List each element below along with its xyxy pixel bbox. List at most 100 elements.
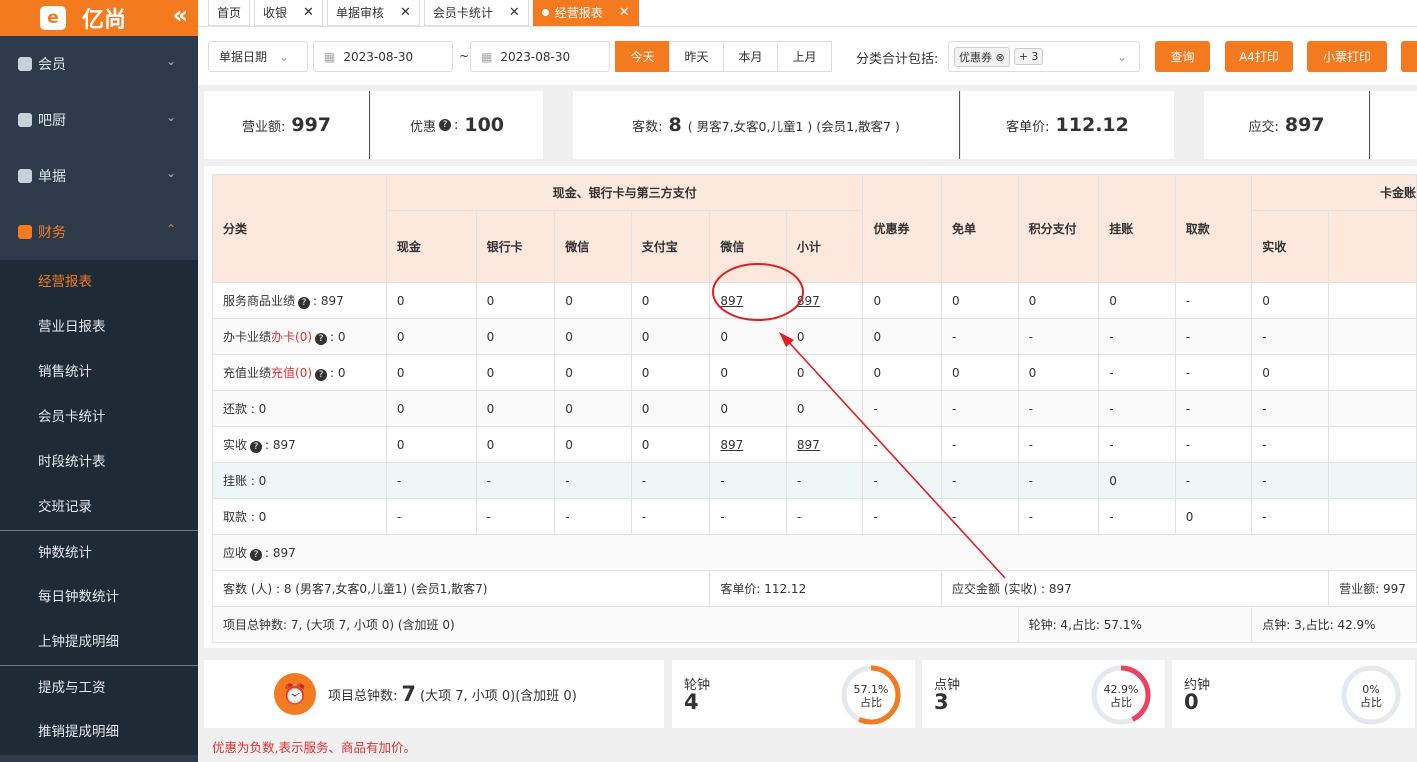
print-a4-button[interactable]: A4打印 (1225, 41, 1293, 72)
table-cell: 0 (554, 318, 632, 355)
table-cell: - (785, 498, 864, 535)
discount-card: 优惠?:100 (371, 91, 543, 159)
sidebar-item-business-report[interactable]: 经营报表 (0, 260, 198, 305)
sidebar-item-sales-stats[interactable]: 销售统计 (0, 350, 198, 395)
sidebar-item-member-card-stats[interactable]: 会员卡统计 (0, 395, 198, 440)
sidebar-item-commission-salary[interactable]: 提成与工资 (0, 665, 198, 710)
table-cell: - (1174, 426, 1253, 463)
hours-summary-panel: ⏰ 项目总钟数: 7 (大项 7, 小项 0)(含加班 0) 轮钟 4 57.1… (198, 655, 1417, 735)
collapse-sidebar-icon[interactable]: « (172, 1, 188, 29)
category-chip[interactable]: 优惠券 ⊗ (954, 46, 1010, 67)
discount-colon: : (453, 117, 459, 133)
close-icon[interactable]: ✕ (509, 5, 520, 20)
revenue-card: 营业额: 997 (204, 91, 370, 159)
table-row: 服务商品业绩?: 897 0 0 0 0 897 897 0 0 0 0-0 (212, 282, 1417, 319)
sidebar: e 亿尚 « 会员 ⌄ 吧厨 ⌄ 单据 ⌄ 财务 ⌃ 经营报表 营业日报表 销售统计 会… (0, 0, 198, 762)
close-icon[interactable]: ✕ (303, 5, 314, 20)
table-cell-overflow (1328, 318, 1417, 355)
table-cell: - (1251, 498, 1330, 535)
help-icon[interactable]: ? (250, 441, 263, 453)
tab-business-report[interactable]: 经营报表 ✕ (532, 0, 639, 26)
nav-section-member[interactable]: 会员 ⌄ (0, 36, 198, 92)
table-cell: 0 (709, 318, 787, 355)
table-cell: - (941, 390, 1019, 427)
table-cell: 0 (554, 390, 632, 427)
category-multiselect[interactable]: 优惠券 ⊗ + 3 ⌄ (948, 41, 1140, 72)
sidebar-item-hour-stats[interactable]: 钟数统计 (0, 530, 198, 575)
table-row: 还款 : 0000000------ (212, 390, 1417, 427)
report-table: 分类 现金、银行卡与第三方支付 优惠券 免单 积分支付 挂账 取款 卡金账 现金… (211, 174, 1417, 643)
help-icon[interactable]: ? (438, 119, 451, 131)
cash-group-header: 现金、银行卡与第三方支付 (385, 174, 864, 211)
table-cell-overflow (1328, 498, 1417, 535)
row-label-red: 充值(0) (271, 366, 313, 380)
table-row: 挂账 : 0---------0-- (212, 462, 1417, 499)
row-label-text: 还款 : 0 (223, 402, 267, 416)
category-more-chip: + 3 (1013, 48, 1044, 65)
sidebar-item-commission-detail[interactable]: 上钟提成明细 (0, 620, 198, 665)
avg-price-value: 112.12 (1055, 114, 1129, 136)
close-icon[interactable]: ✕ (400, 5, 411, 20)
nav-section-documents[interactable]: 单据 ⌄ (0, 148, 198, 204)
close-icon[interactable]: ✕ (619, 5, 630, 20)
date-from-input[interactable]: ▦ 2023-08-30 (313, 41, 453, 72)
quick-last-month-button[interactable]: 上月 (777, 41, 832, 72)
date-type-select[interactable]: 单据日期 ⌄ (208, 41, 308, 72)
table-cell: 0 (554, 282, 632, 319)
table-cell: - (385, 462, 477, 499)
appoint-hours-card: 约钟 0 0% 占比 (1172, 660, 1415, 728)
appoint-value: 0 (1184, 690, 1199, 714)
chevron-up-icon: ⌃ (165, 222, 176, 236)
table-cell: 0 (630, 426, 711, 463)
help-icon[interactable]: ? (250, 549, 263, 561)
guests-label: 客数: (632, 119, 663, 135)
chevron-down-icon: ⌄ (165, 166, 176, 180)
sidebar-item-sales-commission[interactable]: 推销提成明细 (0, 710, 198, 755)
tab-cashier[interactable]: 收银 ✕ (254, 0, 323, 26)
table-cell[interactable]: 897 (709, 426, 787, 463)
table-cell[interactable]: 897 (785, 282, 864, 319)
table-cell: 0 (1251, 282, 1330, 319)
turn-pct: 57.1% (854, 683, 889, 696)
help-icon[interactable]: ? (315, 333, 328, 345)
help-icon[interactable]: ? (315, 369, 328, 381)
sidebar-item-daily-report[interactable]: 营业日报表 (0, 305, 198, 350)
point-row-cell: 点钟: 3,占比: 42.9% (1251, 606, 1417, 643)
finance-submenu: 经营报表 营业日报表 销售统计 会员卡统计 时段统计表 交班记录 钟数统计 每日… (0, 260, 198, 755)
tab-member-card-stats[interactable]: 会员卡统计 ✕ (423, 0, 529, 26)
active-dot-icon (541, 9, 549, 16)
table-cell-overflow (1328, 390, 1417, 427)
table-cell[interactable]: 897 (709, 282, 787, 319)
quick-this-month-button[interactable]: 本月 (723, 41, 778, 72)
sidebar-item-shift-records[interactable]: 交班记录 (0, 485, 198, 530)
finance-icon (18, 225, 32, 239)
table-cell: - (862, 498, 943, 535)
quick-today-button[interactable]: 今天 (615, 41, 670, 72)
table-cell-overflow (1328, 426, 1417, 463)
nav-section-bar-kitchen[interactable]: 吧厨 ⌄ (0, 92, 198, 148)
quick-yesterday-button[interactable]: 昨天 (669, 41, 724, 72)
table-cell: - (1017, 318, 1100, 355)
more-button[interactable] (1401, 41, 1417, 72)
sidebar-item-time-period-stats[interactable]: 时段统计表 (0, 440, 198, 485)
nav-section-label: 会员 (38, 57, 66, 73)
row-label-text: 取款 : 0 (223, 510, 267, 524)
chevron-down-icon: ⌄ (1116, 49, 1127, 64)
help-icon[interactable]: ? (298, 297, 311, 309)
sidebar-item-daily-hour-stats[interactable]: 每日钟数统计 (0, 575, 198, 620)
due-card: 应交: 897 (1204, 91, 1370, 159)
print-ticket-button[interactable]: 小票打印 (1307, 41, 1387, 72)
col-header-card-overflow (1328, 210, 1417, 283)
tab-doc-review[interactable]: 单据审核 ✕ (326, 0, 420, 26)
date-to-input[interactable]: ▦ 2023-08-30 (470, 41, 610, 72)
table-cell: 0 (475, 426, 556, 463)
table-cell: - (941, 498, 1019, 535)
app-logo: e 亿尚 « (0, 0, 198, 36)
nav-section-finance[interactable]: 财务 ⌃ (0, 204, 198, 260)
chip-close-icon[interactable]: ⊗ (996, 51, 1005, 64)
date-type-value: 单据日期 (219, 50, 268, 64)
table-cell[interactable]: 897 (785, 426, 864, 463)
table-cell-overflow (1328, 462, 1417, 499)
query-button[interactable]: 查询 (1155, 41, 1210, 72)
tab-home[interactable]: 首页 (208, 0, 251, 26)
